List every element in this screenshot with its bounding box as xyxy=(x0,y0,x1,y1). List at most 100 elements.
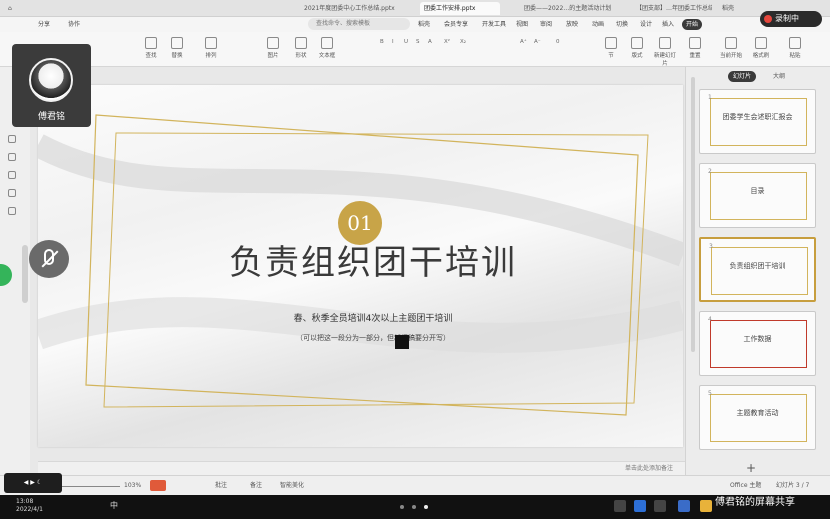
subscript-button[interactable]: X₂ xyxy=(460,38,466,47)
notes-button[interactable]: 备注 xyxy=(250,480,262,492)
search-input[interactable]: 查找命令、搜索模板 xyxy=(308,18,410,30)
rail-bookmark-icon[interactable] xyxy=(8,171,16,179)
menu-insert[interactable]: 插入 xyxy=(662,19,674,30)
font-color-button[interactable]: A xyxy=(428,38,432,47)
picture-icon xyxy=(267,37,279,49)
thumb-panel-header: 幻灯片 大纲 xyxy=(692,70,824,84)
participant-name: 傅君铭 xyxy=(37,112,65,122)
mute-button[interactable] xyxy=(29,240,69,278)
slide-subtitle[interactable]: 春、秋季全员培训4次以上主题团干培训 xyxy=(258,311,488,324)
font-size-field[interactable]: 0 xyxy=(556,38,560,47)
font-grow-button[interactable]: A⁺ xyxy=(520,38,527,47)
tool-shape[interactable]: 形状 xyxy=(290,35,312,63)
menu-devtools[interactable]: 开发工具 xyxy=(482,19,506,30)
comment-button[interactable]: 批注 xyxy=(215,480,227,492)
new-slide-icon xyxy=(659,37,671,49)
taskbar-clock[interactable]: 13:08 2022/4/1 xyxy=(16,498,43,514)
tool-new-slide-label: 新建幻灯片 xyxy=(654,53,677,67)
menu-home[interactable]: 开始 xyxy=(682,19,703,30)
slide-thumbnail-active[interactable]: 负责组织团干培训 3 xyxy=(699,237,816,302)
tab-outline[interactable]: 大纲 xyxy=(768,71,790,82)
strike-button[interactable]: S xyxy=(416,38,420,47)
menu-docer[interactable]: 稻壳 xyxy=(418,19,430,30)
font-shrink-button[interactable]: A⁻ xyxy=(534,38,541,47)
tab-docer[interactable]: 稻壳 xyxy=(718,2,758,15)
tab-document-active[interactable]: 团委工作安排.pptx xyxy=(420,2,500,15)
tab-document-0[interactable]: 2021年度团委中心工作总结.pptx xyxy=(300,2,420,15)
slide-thumbnail[interactable]: 团委学生会述职汇报会 1 xyxy=(699,89,816,154)
thumb-title: 主题教育活动 xyxy=(736,409,779,417)
play-icon xyxy=(725,37,737,49)
italic-button[interactable]: I xyxy=(392,38,394,47)
tab-document-2[interactable]: 团委——2022…的主题活动计划 xyxy=(520,2,630,15)
theme-name: Office 主题 xyxy=(730,482,762,489)
tool-format-painter[interactable]: 格式刷 xyxy=(750,35,772,63)
section-icon xyxy=(605,37,617,49)
notes-input[interactable]: 单击此处添加备注 xyxy=(38,461,685,475)
tab-slides[interactable]: 幻灯片 xyxy=(728,71,757,82)
superscript-button[interactable]: X² xyxy=(444,38,450,47)
thumb-title: 团委学生会述职汇报会 xyxy=(722,113,793,121)
ime-indicator[interactable]: 中 xyxy=(110,500,122,512)
rail-location-icon[interactable] xyxy=(8,189,16,197)
slide-thumbnail[interactable]: 工作数据 4 xyxy=(699,311,816,376)
slide-title[interactable]: 负责组织团干培训 xyxy=(228,235,518,284)
tool-textbox[interactable]: 文本框 xyxy=(316,35,338,63)
window-tab-bar: ⌂ 2021年度团委中心工作总结.pptx 团委工作安排.pptx 团委——20… xyxy=(0,0,830,17)
zoom-slider[interactable] xyxy=(60,486,120,487)
tool-start-current[interactable]: 当前开始 xyxy=(720,35,742,63)
share-button[interactable]: 分享 xyxy=(38,19,50,30)
wps-app-icon[interactable] xyxy=(654,500,666,512)
collab-button[interactable]: 协作 xyxy=(68,19,80,30)
home-tab[interactable]: ⌂ xyxy=(4,2,64,15)
slide-thumbnail[interactable]: 主题教育活动 5 xyxy=(699,385,816,450)
rail-thumbs-icon[interactable] xyxy=(8,135,16,143)
tool-find[interactable]: 查找 xyxy=(140,35,162,63)
rail-settings-icon[interactable] xyxy=(8,207,16,215)
thumb-title: 负责组织团干培训 xyxy=(729,262,786,270)
slide-counter: 幻灯片 3 / 7 xyxy=(776,482,810,489)
recording-badge[interactable]: 录制中 xyxy=(760,11,822,27)
menu-review[interactable]: 审阅 xyxy=(540,19,552,30)
tool-section[interactable]: 节 xyxy=(600,35,622,63)
tool-reset[interactable]: 重置 xyxy=(684,35,706,63)
current-slide[interactable]: 01 负责组织团干培训 春、秋季全员培训4次以上主题团干培训 （可以把这一段分为… xyxy=(38,85,683,447)
slide-thumbnail[interactable]: 目录 2 xyxy=(699,163,816,228)
slide-note[interactable]: （可以把这一段分为一部分，但新闻稿要分开写） xyxy=(268,333,478,343)
app-icon[interactable] xyxy=(634,500,646,512)
vertical-scrollbar[interactable] xyxy=(22,245,28,303)
menu-transition[interactable]: 切换 xyxy=(616,19,628,30)
menu-slideshow[interactable]: 放映 xyxy=(566,19,578,30)
app-icon[interactable] xyxy=(678,500,690,512)
tool-arrange[interactable]: 排列 xyxy=(200,35,222,63)
menu-view[interactable]: 视图 xyxy=(516,19,528,30)
rail-outline-icon[interactable] xyxy=(8,153,16,161)
menu-animation[interactable]: 动画 xyxy=(592,19,604,30)
bold-button[interactable]: B xyxy=(380,38,384,47)
tool-new-slide[interactable]: 新建幻灯片 xyxy=(654,35,676,67)
slideshow-play-button[interactable] xyxy=(150,480,166,491)
ribbon-menubar: 分享 协作 查找命令、搜索模板 稻壳 会员专享 开发工具 视图 审阅 放映 动画… xyxy=(0,17,830,32)
wps-app-icon[interactable] xyxy=(614,500,626,512)
tool-paste-label: 粘贴 xyxy=(789,53,801,59)
thumb-title: 工作数据 xyxy=(743,335,772,343)
webcam-tile[interactable]: 傅君铭 xyxy=(12,44,91,127)
add-slide-button[interactable]: + xyxy=(746,461,756,475)
underline-button[interactable]: U xyxy=(404,38,408,47)
tool-replace[interactable]: 替换 xyxy=(166,35,188,63)
menu-design[interactable]: 设计 xyxy=(640,19,652,30)
tool-layout[interactable]: 版式 xyxy=(626,35,648,63)
thumb-scrollbar[interactable] xyxy=(691,77,695,352)
tool-shape-label: 形状 xyxy=(295,53,307,59)
os-taskbar: 13:08 2022/4/1 中 xyxy=(0,495,830,519)
mini-player-controls[interactable]: ◀ ▶ ☾ xyxy=(4,473,62,493)
smart-beautify-button[interactable]: 智能美化 xyxy=(280,480,304,492)
thumb-index: 4 xyxy=(708,316,712,323)
menu-vip[interactable]: 会员专享 xyxy=(444,19,468,30)
folder-icon[interactable] xyxy=(700,500,712,512)
tab-document-3[interactable]: 【团支部】…年团委工作总结 xyxy=(632,2,712,15)
tool-paste[interactable]: 粘贴 xyxy=(784,35,806,63)
zoom-level[interactable]: 103% xyxy=(124,480,141,492)
assistant-tab[interactable] xyxy=(0,264,12,286)
tool-picture[interactable]: 图片 xyxy=(262,35,284,63)
